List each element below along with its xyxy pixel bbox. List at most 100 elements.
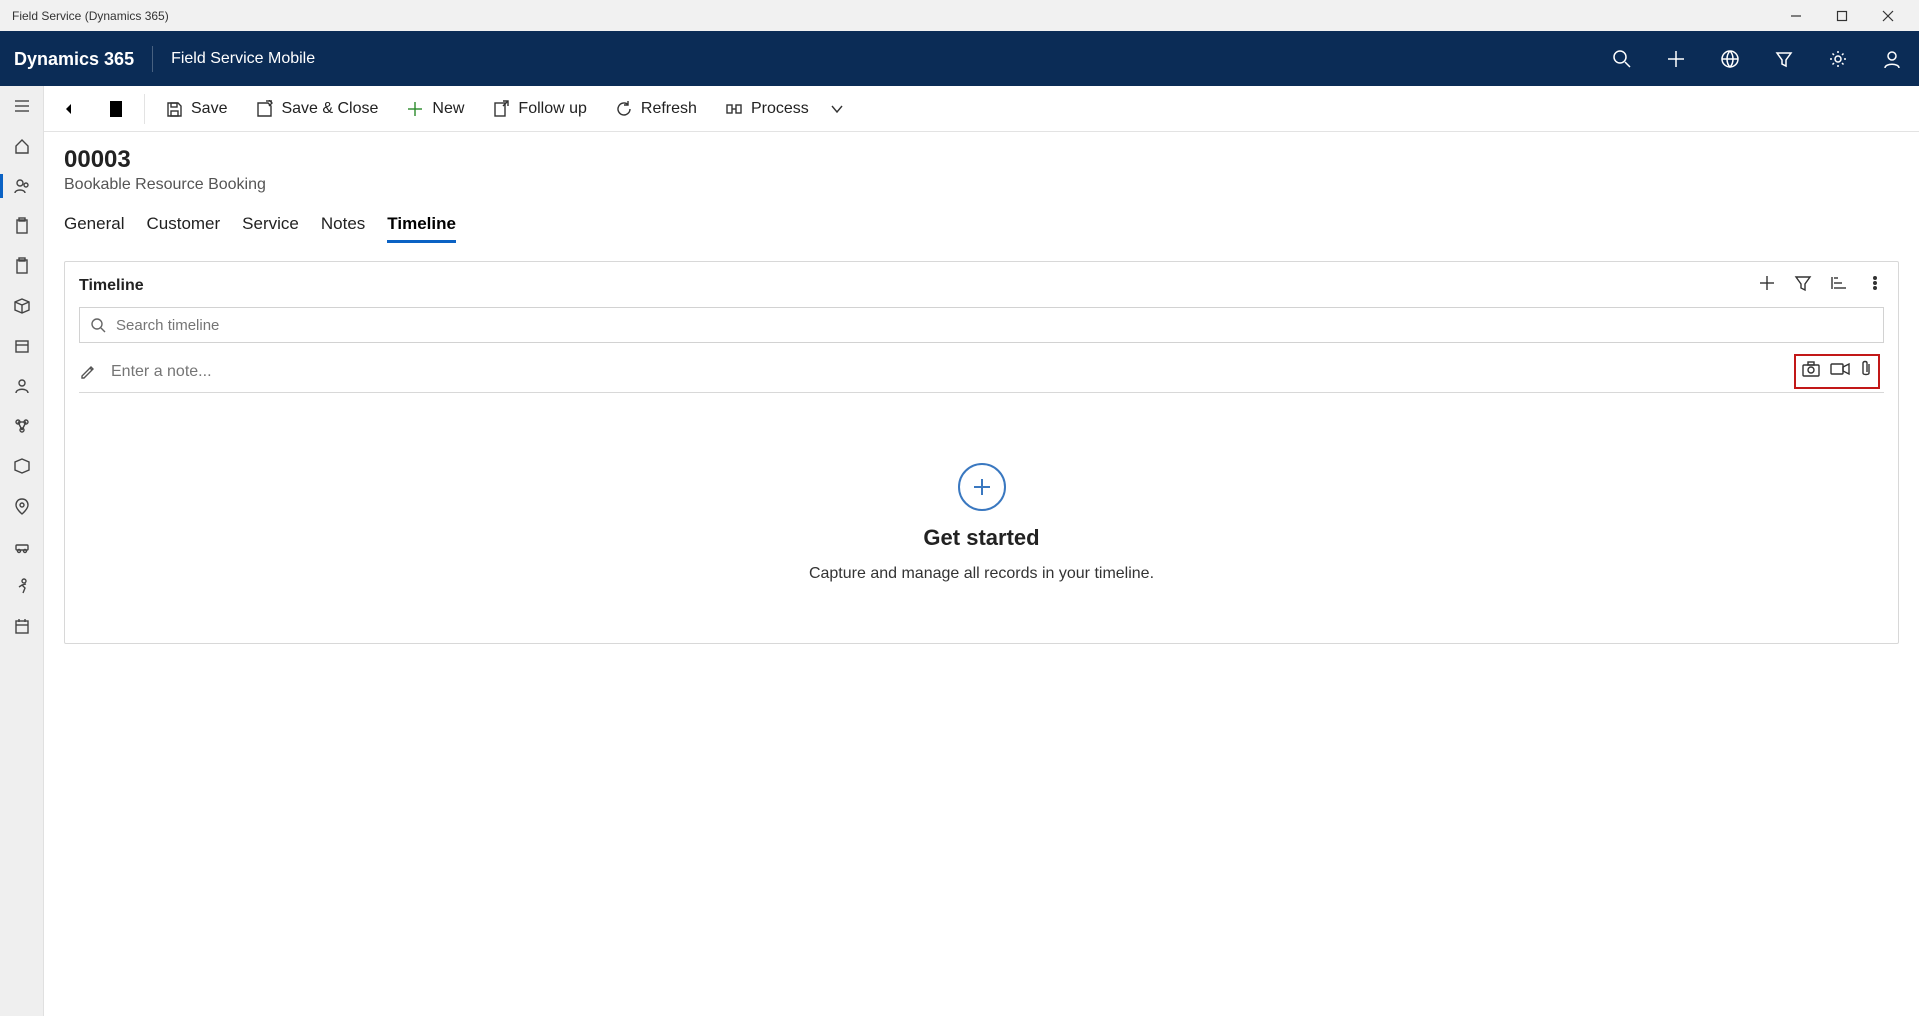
calendar-icon	[13, 617, 31, 635]
timeline-search-input[interactable]	[116, 317, 1873, 334]
tab-service[interactable]: Service	[242, 208, 299, 243]
nav-bookings[interactable]	[0, 166, 44, 206]
hamburger-icon	[13, 97, 31, 115]
window-minimize-button[interactable]	[1773, 0, 1819, 31]
person-icon	[13, 377, 31, 395]
refresh-button[interactable]: Refresh	[603, 94, 709, 124]
paperclip-icon	[1860, 360, 1872, 378]
empty-state-add-button[interactable]	[958, 463, 1006, 511]
save-close-button[interactable]: Save & Close	[243, 94, 390, 124]
funnel-icon	[1774, 49, 1794, 69]
form-tabs: General Customer Service Notes Timeline	[64, 208, 1899, 243]
save-label: Save	[191, 100, 227, 118]
more-vertical-icon	[1866, 274, 1884, 292]
close-icon	[1882, 10, 1894, 22]
follow-up-label: Follow up	[518, 100, 586, 118]
nav-assets[interactable]	[0, 326, 44, 366]
plus-icon	[406, 100, 424, 118]
nav-time-off[interactable]	[0, 566, 44, 606]
nav-back-button[interactable]	[52, 89, 92, 129]
note-camera-button[interactable]	[1802, 361, 1820, 382]
follow-up-button[interactable]: Follow up	[480, 94, 598, 124]
video-icon	[1830, 362, 1850, 376]
global-create-button[interactable]	[1649, 31, 1703, 86]
nav-calendar[interactable]	[0, 606, 44, 646]
nav-contacts[interactable]	[0, 366, 44, 406]
refresh-icon	[615, 100, 633, 118]
timeline-filter-button[interactable]	[1794, 274, 1812, 297]
save-button[interactable]: Save	[153, 94, 239, 124]
nav-hamburger[interactable]	[0, 86, 44, 126]
user-menu-button[interactable]	[1865, 31, 1919, 86]
new-label: New	[432, 100, 464, 118]
tab-notes[interactable]: Notes	[321, 208, 365, 243]
followup-icon	[492, 100, 510, 118]
box-icon	[13, 337, 31, 355]
app-header: Dynamics 365 Field Service Mobile	[0, 31, 1919, 86]
nav-home[interactable]	[0, 126, 44, 166]
window-title: Field Service (Dynamics 365)	[8, 9, 169, 23]
process-label: Process	[751, 100, 809, 118]
brand-label: Dynamics 365	[0, 46, 153, 72]
plus-icon	[970, 475, 994, 499]
timeline-panel: Timeline	[64, 261, 1899, 644]
record-title: 00003	[64, 146, 1899, 174]
save-close-label: Save & Close	[281, 100, 378, 118]
window-maximize-button[interactable]	[1819, 0, 1865, 31]
minimize-icon	[1790, 10, 1802, 22]
search-icon	[1612, 49, 1632, 69]
nav-inventory[interactable]	[0, 446, 44, 486]
globe-button[interactable]	[1703, 31, 1757, 86]
timeline-more-button[interactable]	[1866, 274, 1884, 297]
tab-customer[interactable]: Customer	[146, 208, 220, 243]
maximize-icon	[1836, 10, 1848, 22]
timeline-empty-state: Get started Capture and manage all recor…	[79, 463, 1884, 583]
settings-button[interactable]	[1811, 31, 1865, 86]
arrow-left-icon	[62, 99, 82, 119]
note-attach-group	[1794, 354, 1880, 389]
tab-general[interactable]: General	[64, 208, 124, 243]
refresh-label: Refresh	[641, 100, 697, 118]
empty-state-title: Get started	[923, 525, 1039, 551]
save-close-icon	[255, 100, 273, 118]
record-selector-button[interactable]	[96, 89, 136, 129]
nav-clipboard-1[interactable]	[0, 206, 44, 246]
person-icon	[1882, 49, 1902, 69]
document-icon	[107, 99, 125, 119]
global-search-button[interactable]	[1595, 31, 1649, 86]
global-filter-button[interactable]	[1757, 31, 1811, 86]
timeline-title: Timeline	[79, 277, 144, 295]
nav-vehicle[interactable]	[0, 526, 44, 566]
tab-timeline[interactable]: Timeline	[387, 208, 456, 243]
note-attach-button[interactable]	[1860, 360, 1872, 383]
empty-state-subtitle: Capture and manage all records in your t…	[809, 565, 1154, 583]
chevron-down-icon	[829, 101, 845, 117]
nav-map[interactable]	[0, 486, 44, 526]
note-video-button[interactable]	[1830, 362, 1850, 381]
search-icon	[90, 317, 106, 333]
nav-clipboard-2[interactable]	[0, 246, 44, 286]
nav-products[interactable]	[0, 286, 44, 326]
nav-connections[interactable]	[0, 406, 44, 446]
plus-icon	[1758, 274, 1776, 292]
timeline-add-button[interactable]	[1758, 274, 1776, 297]
more-commands-button[interactable]	[825, 95, 849, 123]
timeline-note-input[interactable]	[111, 363, 1780, 381]
process-button[interactable]: Process	[713, 94, 821, 124]
command-bar: Save Save & Close New Follow up Refresh …	[44, 86, 1919, 132]
cube-icon	[13, 297, 31, 315]
clipboard-icon	[13, 217, 31, 235]
save-icon	[165, 100, 183, 118]
funnel-icon	[1794, 274, 1812, 292]
divider	[144, 94, 145, 124]
window-close-button[interactable]	[1865, 0, 1911, 31]
record-subtitle: Bookable Resource Booking	[64, 176, 1899, 194]
sort-icon	[1830, 274, 1848, 292]
timeline-sort-button[interactable]	[1830, 274, 1848, 297]
globe-icon	[1720, 49, 1740, 69]
people-icon	[13, 177, 31, 195]
pencil-icon	[79, 363, 97, 381]
new-button[interactable]: New	[394, 94, 476, 124]
left-nav-rail	[0, 86, 44, 1016]
process-icon	[725, 100, 743, 118]
